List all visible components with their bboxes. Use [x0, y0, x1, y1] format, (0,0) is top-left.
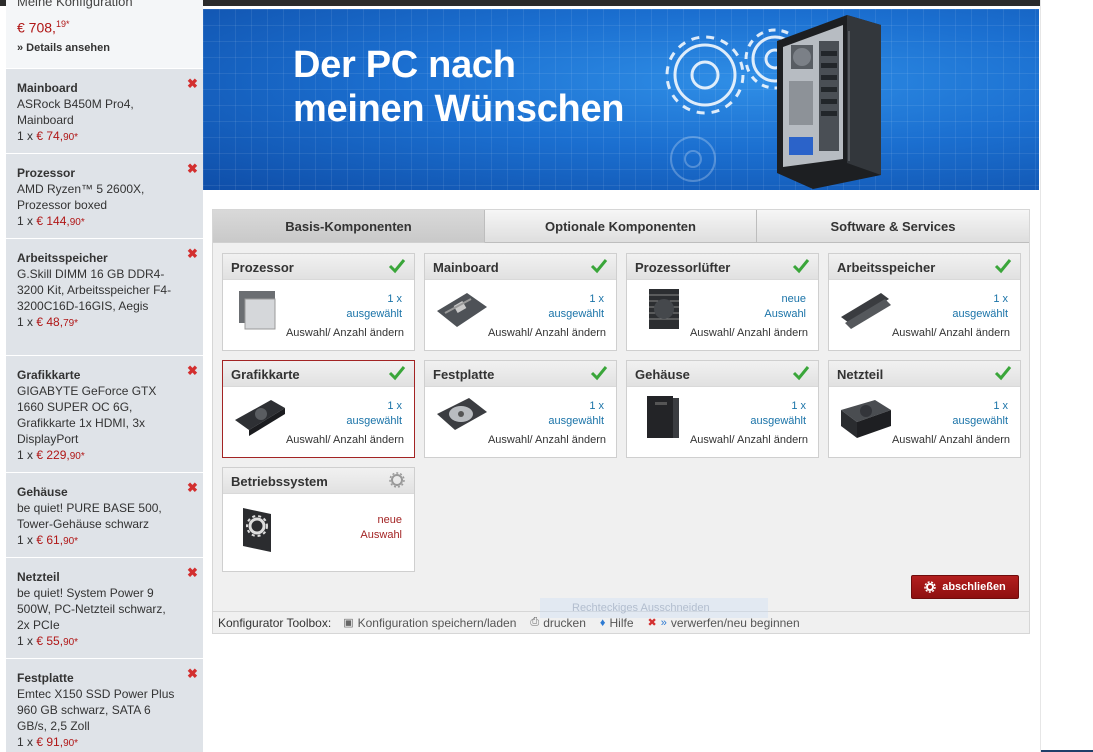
change-selection-link[interactable]: Auswahl/ Anzahl ändern — [690, 327, 808, 339]
card-festplatte[interactable]: Festplatte 1 x ausgewählt Auswahl/ Anzahl… — [424, 360, 617, 458]
sidebar-header: Meine Konfiguration € 708,19* » Details … — [6, 0, 203, 68]
banner-title: Der PC nach meinen Wünschen — [293, 44, 625, 130]
item-price: 1 x € 55,90* — [17, 634, 79, 648]
check-icon — [388, 366, 406, 381]
change-selection-link[interactable]: Auswahl/ Anzahl ändern — [488, 434, 606, 446]
change-selection-link[interactable]: Auswahl/ Anzahl ändern — [892, 434, 1010, 446]
item-price: 1 x € 229,90* — [17, 448, 85, 462]
change-selection-link[interactable]: Auswahl/ Anzahl ändern — [286, 434, 404, 446]
mainboard-icon — [437, 293, 487, 327]
toolbox-label: Konfigurator Toolbox: — [218, 615, 332, 630]
configuration-sidebar: Meine Konfiguration € 708,19* » Details … — [6, 0, 203, 752]
check-icon — [388, 259, 406, 274]
sidebar-item-gehaeuse: Gehäuse be quiet! PURE BASE 500, Tower-G… — [6, 472, 203, 557]
card-gehaeuse[interactable]: Gehäuse 1 x ausgewählt Auswahl/ Anzahl än… — [626, 360, 819, 458]
remove-icon[interactable]: ✖ — [187, 481, 198, 494]
item-price: 1 x € 144,90* — [17, 214, 85, 228]
sidebar-item-festplatte: Festplatte Emtec X150 SSD Power Plus 960… — [6, 658, 203, 752]
cooler-icon — [649, 289, 679, 329]
item-price: 1 x € 74,90* — [17, 129, 79, 143]
tab-software-services[interactable]: Software & Services — [757, 210, 1029, 243]
check-icon — [590, 366, 608, 381]
gear-icon — [389, 472, 405, 488]
item-price: 1 x € 48,79* — [17, 315, 79, 329]
case-icon — [647, 396, 679, 438]
check-icon — [792, 366, 810, 381]
sidebar-title: Meine Konfiguration — [17, 0, 133, 9]
pc-tower-icon — [777, 15, 881, 189]
card-prozessorluefter[interactable]: Prozessorlüfter neue Auswahl Auswahl/ Anz… — [626, 253, 819, 351]
sidebar-item-arbeitsspeicher: Arbeitsspeicher G.Skill DIMM 16 GB DDR4-… — [6, 238, 203, 355]
hero-banner: Der PC nach meinen Wünschen — [203, 9, 1039, 190]
right-gutter — [1040, 0, 1093, 752]
check-icon — [994, 366, 1012, 381]
card-prozessor[interactable]: Prozessor 1 x ausgewählt Auswahl/ Anzahl … — [222, 253, 415, 351]
check-icon — [994, 259, 1012, 274]
remove-icon[interactable]: ✖ — [187, 162, 198, 175]
item-price: 1 x € 61,90* — [17, 533, 79, 547]
finish-button[interactable]: abschließen — [911, 575, 1019, 599]
floppy-icon: ▣ — [343, 617, 354, 629]
change-selection-link[interactable]: Auswahl/ Anzahl ändern — [488, 327, 606, 339]
remove-icon[interactable]: ✖ — [187, 364, 198, 377]
sidebar-item-netzteil: Netzteil be quiet! System Power 9 500W, … — [6, 557, 203, 658]
lightbulb-icon: ♦ — [599, 616, 606, 629]
ram-icon — [841, 293, 891, 329]
check-icon — [590, 259, 608, 274]
printer-icon: ⎙ — [530, 616, 540, 628]
remove-icon[interactable]: ✖ — [187, 247, 198, 260]
details-link[interactable]: » Details ansehen — [17, 42, 110, 54]
sidebar-item-grafikkarte: Grafikkarte GIGABYTE GeForce GTX 1660 SU… — [6, 355, 203, 472]
tab-optionale-komponenten[interactable]: Optionale Komponenten — [485, 210, 757, 243]
item-price: 1 x € 91,90* — [17, 735, 79, 749]
gpu-icon — [235, 400, 285, 436]
remove-icon[interactable]: ✖ — [187, 566, 198, 579]
tab-basis-komponenten[interactable]: Basis-Komponenten — [213, 210, 485, 243]
card-netzteil[interactable]: Netzteil 1 x ausgewählt Auswahl/ Anzahl ä… — [828, 360, 1021, 458]
component-tabs: Basis-Komponenten Optionale Komponenten … — [213, 210, 1029, 243]
restart-icon: » — [660, 616, 667, 629]
change-selection-link[interactable]: Auswahl/ Anzahl ändern — [690, 434, 808, 446]
sidebar-item-prozessor: Prozessor AMD Ryzen™ 5 2600X, Prozessor … — [6, 153, 203, 238]
os-icon — [243, 508, 271, 552]
cpu-icon — [239, 291, 276, 330]
change-selection-link[interactable]: Auswahl/ Anzahl ändern — [286, 327, 404, 339]
save-load-link[interactable]: ▣ Konfiguration speichern/laden — [343, 616, 516, 630]
check-icon — [792, 259, 810, 274]
snipping-overlay: Rechteckiges Ausschneiden — [540, 598, 768, 618]
psu-icon — [841, 400, 891, 438]
card-arbeitsspeicher[interactable]: Arbeitsspeicher 1 x ausgewählt Auswahl/ A… — [828, 253, 1021, 351]
configurator-panel: Basis-Komponenten Optionale Komponenten … — [212, 209, 1030, 634]
gear-icon — [924, 581, 936, 593]
change-selection-link[interactable]: Auswahl/ Anzahl ändern — [892, 327, 1010, 339]
sidebar-item-mainboard: Mainboard ASRock B450M Pro4, Mainboard 1… — [6, 68, 203, 153]
remove-icon[interactable]: ✖ — [187, 667, 198, 680]
remove-icon[interactable]: ✖ — [187, 77, 198, 90]
card-betriebssystem[interactable]: Betriebssystem neue Auswahl — [222, 467, 415, 572]
total-price: € 708,19* — [17, 19, 70, 36]
hdd-icon — [437, 398, 487, 430]
card-grafikkarte[interactable]: Grafikkarte 1 x ausgewählt Auswahl/ Anzah… — [222, 360, 415, 458]
card-mainboard[interactable]: Mainboard 1 x ausgewählt Auswahl/ Anzahl … — [424, 253, 617, 351]
